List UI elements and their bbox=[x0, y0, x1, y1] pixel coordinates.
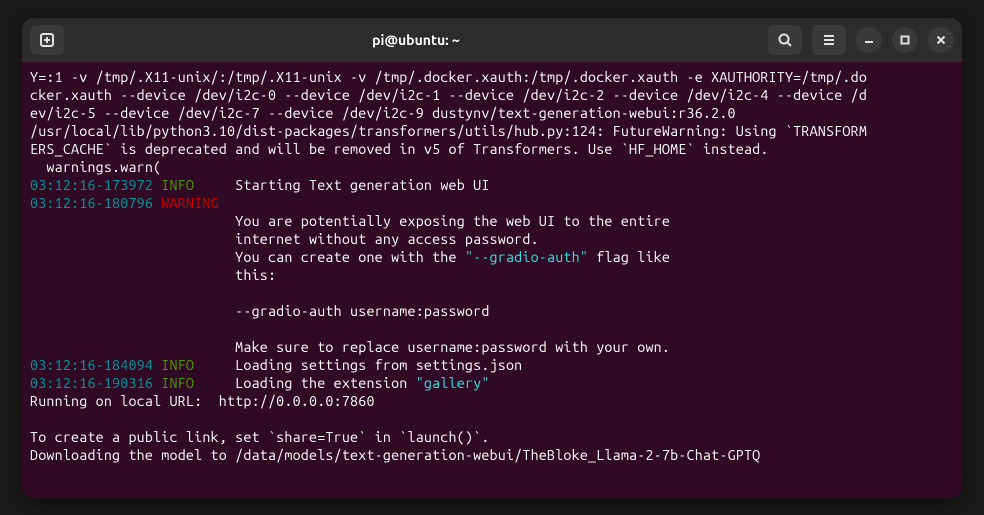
log-message bbox=[490, 375, 868, 391]
close-button[interactable] bbox=[928, 27, 954, 53]
minimize-button[interactable] bbox=[856, 27, 882, 53]
output-line: ERS_CACHE` is deprecated and will be rem… bbox=[30, 141, 769, 157]
log-message bbox=[30, 321, 859, 337]
log-message: Starting Text generation web UI bbox=[227, 177, 851, 193]
maximize-button[interactable] bbox=[892, 27, 918, 53]
log-message bbox=[30, 285, 859, 301]
output-line: To create a public link, set `share=True… bbox=[30, 429, 490, 445]
menu-button[interactable] bbox=[812, 25, 846, 55]
log-timestamp: 03:12:16-180796 bbox=[30, 195, 153, 211]
search-button[interactable] bbox=[768, 25, 802, 55]
log-timestamp: 03:12:16-184094 bbox=[30, 357, 153, 373]
log-value: "gallery" bbox=[416, 375, 490, 391]
output-line: ev/i2c-5 --device /dev/i2c-7 --device /d… bbox=[30, 105, 736, 121]
output-line: Running on local URL: http://0.0.0.0:786… bbox=[30, 393, 375, 409]
log-message: Loading settings from settings.json bbox=[227, 357, 851, 373]
log-flag: "--gradio-auth" bbox=[465, 249, 588, 265]
log-level-info: INFO bbox=[153, 357, 227, 373]
output-line: Y=:1 -v /tmp/.X11-unix/:/tmp/.X11-unix -… bbox=[30, 69, 867, 85]
window-title: pi@ubuntu: ~ bbox=[72, 32, 760, 48]
titlebar-left bbox=[30, 25, 64, 55]
close-icon bbox=[935, 34, 947, 46]
new-tab-button[interactable] bbox=[30, 25, 64, 55]
output-line: /usr/local/lib/python3.10/dist-packages/… bbox=[30, 123, 867, 139]
hamburger-icon bbox=[821, 32, 837, 48]
log-timestamp: 03:12:16-173972 bbox=[30, 177, 153, 193]
output-line: warnings.warn( bbox=[30, 159, 161, 175]
log-message: Make sure to replace username:password w… bbox=[30, 339, 859, 355]
log-message: --gradio-auth username:password bbox=[30, 303, 859, 319]
log-message: Loading the extension bbox=[227, 375, 416, 391]
log-level-info: INFO bbox=[153, 375, 227, 391]
minimize-icon bbox=[863, 34, 875, 46]
log-level-info: INFO bbox=[153, 177, 227, 193]
log-message: flag like bbox=[588, 249, 859, 265]
new-tab-icon bbox=[39, 32, 55, 48]
maximize-icon bbox=[899, 34, 911, 46]
output-line: Downloading the model to /data/models/te… bbox=[30, 447, 760, 463]
log-message: internet without any access password. bbox=[30, 231, 859, 247]
log-message: You are potentially exposing the web UI … bbox=[30, 213, 859, 229]
log-level-warning: WARNING bbox=[153, 195, 227, 211]
terminal-output[interactable]: Y=:1 -v /tmp/.X11-unix/:/tmp/.X11-unix -… bbox=[22, 62, 962, 498]
titlebar: pi@ubuntu: ~ bbox=[22, 18, 962, 62]
search-icon bbox=[777, 32, 793, 48]
terminal-window: pi@ubuntu: ~ bbox=[22, 18, 962, 498]
log-timestamp: 03:12:16-190316 bbox=[30, 375, 153, 391]
titlebar-right bbox=[768, 25, 954, 55]
output-line: cker.xauth --device /dev/i2c-0 --device … bbox=[30, 87, 867, 103]
log-message: You can create one with the bbox=[30, 249, 465, 265]
log-message: this: bbox=[30, 267, 859, 283]
